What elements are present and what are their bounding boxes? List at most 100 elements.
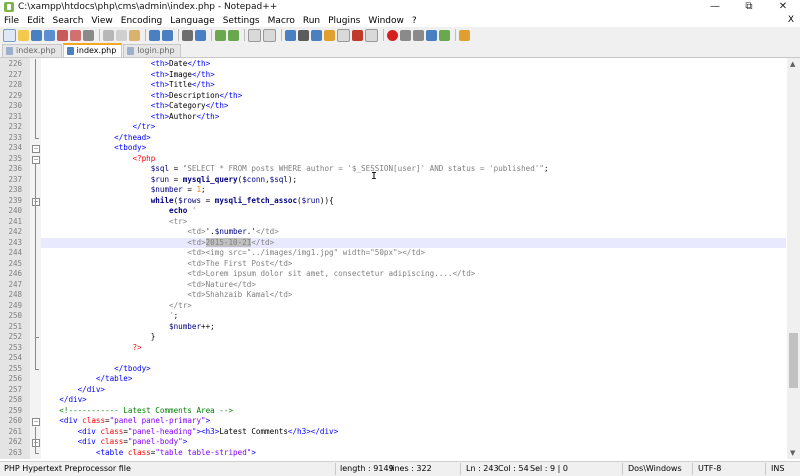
show-all-chars-icon[interactable] — [298, 29, 309, 41]
menu-edit[interactable]: Edit — [23, 16, 48, 26]
record-macro-icon[interactable] — [387, 29, 398, 41]
code-line[interactable]: 262 <div class="panel-body"> — [0, 437, 800, 448]
code-line[interactable]: 236 $sql = "SELECT * FROM posts WHERE au… — [0, 164, 800, 175]
code-line[interactable]: 244 <td><img src="../images/img1.jpg" wi… — [0, 248, 800, 259]
close-file-icon[interactable] — [57, 29, 68, 41]
code-line[interactable]: 240 echo ' — [0, 206, 800, 217]
scroll-down-icon[interactable]: ▼ — [790, 449, 795, 457]
tab-index-php-1[interactable]: index.php — [2, 44, 62, 57]
code-line[interactable]: 231 <th>Author</th> — [0, 112, 800, 123]
code-line[interactable]: 226 <th>Date</th> — [0, 59, 800, 70]
code-line[interactable]: 241 <tr> — [0, 217, 800, 228]
code-editor[interactable]: 226 <th>Date</th> 227 <th>Image</th> 228 <… — [0, 58, 800, 459]
code-line[interactable]: 259 <!----------- Latest Comments Area -… — [0, 406, 800, 417]
find-icon[interactable] — [182, 29, 193, 41]
folder-as-workspace-icon[interactable] — [365, 28, 378, 42]
code-line[interactable]: 234 <tbody> — [0, 143, 800, 154]
maximize-button[interactable]: ⧉ — [732, 0, 766, 14]
stop-macro-icon[interactable] — [400, 29, 411, 41]
code-line[interactable]: 229 <th>Description</th> — [0, 91, 800, 102]
cut-icon[interactable] — [103, 29, 114, 41]
save-macro-icon[interactable] — [439, 29, 450, 41]
fold-toggle-icon[interactable]: − — [32, 439, 40, 447]
menu-plugins[interactable]: Plugins — [324, 16, 364, 26]
menu-settings[interactable]: Settings — [219, 16, 264, 26]
code-line[interactable]: 253 ?> — [0, 343, 800, 354]
code-line[interactable]: 243 <td>2015-10-21</td> — [0, 237, 800, 248]
code-line[interactable]: 230 <th>Category</th> — [0, 101, 800, 112]
tab-login-php[interactable]: login.php — [123, 44, 181, 57]
udl-icon[interactable] — [324, 29, 335, 41]
code-line[interactable]: 247 <td>Nature</td> — [0, 280, 800, 291]
fold-toggle-icon[interactable]: − — [32, 418, 40, 426]
code-line[interactable]: 239 while($rows = mysqli_fetch_assoc($ru… — [0, 196, 800, 207]
sync-vertical-icon[interactable] — [248, 28, 261, 42]
status-eol[interactable]: Dos\Windows — [628, 464, 682, 473]
fold-toggle-icon[interactable]: − — [32, 155, 40, 164]
code-line[interactable]: 237 $run = mysqli_query($conn,$sql); — [0, 175, 800, 186]
tab-index-php-2[interactable]: index.php — [62, 43, 123, 57]
open-file-icon[interactable] — [18, 29, 29, 41]
sync-horizontal-icon[interactable] — [263, 28, 276, 42]
zoom-in-icon[interactable] — [215, 29, 226, 41]
menu-file[interactable]: File — [0, 16, 23, 26]
function-list-icon[interactable] — [352, 29, 363, 41]
fold-toggle-icon[interactable]: − — [32, 197, 40, 206]
close-button[interactable]: ✕ — [766, 0, 800, 14]
code-line[interactable]: 245 <td>The First Post</td> — [0, 259, 800, 270]
code-line[interactable]: 235 <?php — [0, 154, 800, 165]
zoom-out-icon[interactable] — [228, 29, 239, 41]
scrollbar-thumb[interactable] — [789, 333, 798, 388]
print-icon[interactable] — [83, 29, 94, 41]
menu-run[interactable]: Run — [299, 16, 324, 26]
code-line[interactable]: 254 — [0, 353, 800, 364]
menu-help[interactable]: ? — [408, 16, 421, 26]
code-line[interactable]: 263 <table class="table table-striped"> — [0, 448, 800, 459]
close-all-icon[interactable] — [70, 29, 81, 41]
code-line[interactable]: 238 $number = 1; — [0, 185, 800, 196]
replace-icon[interactable] — [195, 29, 206, 41]
code-line[interactable]: 251 $number++; — [0, 322, 800, 333]
new-file-icon[interactable] — [3, 28, 16, 42]
scroll-up-icon[interactable]: ▲ — [790, 60, 795, 68]
plugin-icon[interactable] — [459, 29, 470, 41]
close-document-button[interactable]: X — [788, 14, 794, 27]
code-line[interactable]: 250 '; — [0, 311, 800, 322]
paste-icon[interactable] — [129, 29, 140, 41]
vertical-scrollbar[interactable]: ▲ ▼ — [787, 58, 800, 459]
menu-macro[interactable]: Macro — [264, 16, 299, 26]
code-line[interactable]: 242 <td>'.$number.'</td> — [0, 227, 800, 238]
code-line[interactable]: 246 <td>Lorem ipsum dolor sit amet, cons… — [0, 269, 800, 280]
code-line[interactable]: 252 } — [0, 332, 800, 343]
save-all-icon[interactable] — [44, 29, 55, 41]
code-line[interactable]: 258 </div> — [0, 395, 800, 406]
status-mode[interactable]: INS — [771, 464, 784, 473]
redo-icon[interactable] — [162, 29, 173, 41]
menu-view[interactable]: View — [87, 16, 116, 26]
run-macro-multiple-icon[interactable] — [426, 29, 437, 41]
doc-map-icon[interactable] — [337, 28, 350, 42]
fold-toggle-icon[interactable]: − — [32, 145, 40, 153]
code-line[interactable]: 261 <div class="panel-heading"><h3>Lates… — [0, 427, 800, 438]
word-wrap-icon[interactable] — [285, 29, 296, 41]
code-line[interactable]: 248 <td>Shahzaib Kamal</td> — [0, 290, 800, 301]
code-line[interactable]: 249 </tr> — [0, 301, 800, 312]
code-line[interactable]: 233 </thead> — [0, 133, 800, 144]
code-line[interactable]: 260 <div class="panel panel-primary"> — [0, 416, 800, 427]
indent-guide-icon[interactable] — [311, 29, 322, 41]
play-macro-icon[interactable] — [413, 29, 424, 41]
menu-language[interactable]: Language — [166, 16, 218, 26]
code-line[interactable]: 255 </tbody> — [0, 364, 800, 375]
copy-icon[interactable] — [116, 29, 127, 41]
code-line[interactable]: 256 </table> — [0, 374, 800, 385]
status-encoding[interactable]: UTF-8 — [698, 464, 721, 473]
menu-search[interactable]: Search — [49, 16, 88, 26]
code-line[interactable]: 227 <th>Image</th> — [0, 70, 800, 81]
minimize-button[interactable]: — — [698, 0, 732, 14]
undo-icon[interactable] — [149, 29, 160, 41]
code-line[interactable]: 232 </tr> — [0, 122, 800, 133]
code-line[interactable]: 228 <th>Title</th> — [0, 80, 800, 91]
code-line[interactable]: 257 </div> — [0, 385, 800, 396]
menu-window[interactable]: Window — [364, 16, 408, 26]
save-icon[interactable] — [31, 29, 42, 41]
